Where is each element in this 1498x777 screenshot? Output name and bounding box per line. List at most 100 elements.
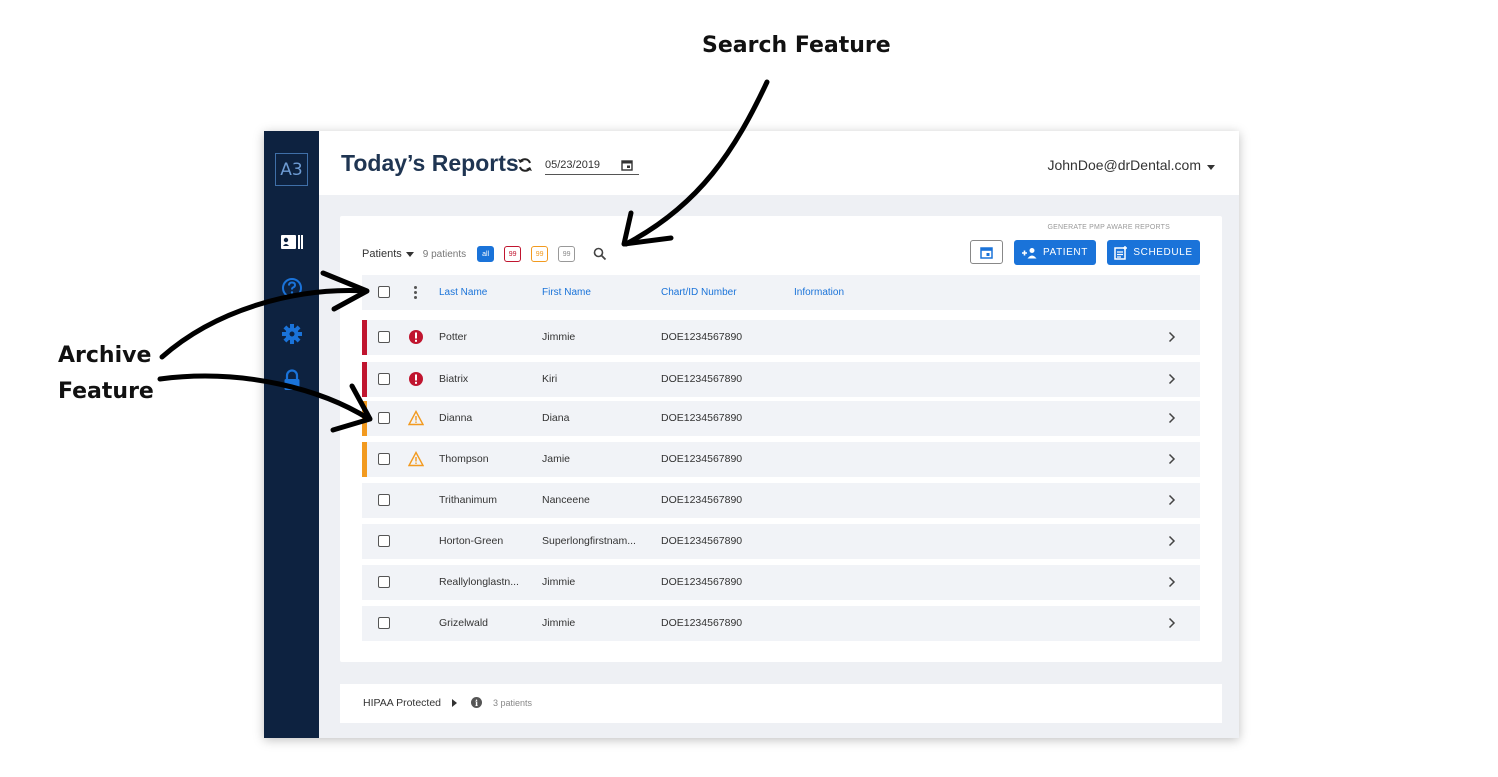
row-checkbox[interactable]	[378, 373, 390, 385]
caret-right-icon[interactable]	[452, 699, 457, 707]
select-all-checkbox[interactable]	[378, 286, 390, 298]
table-row[interactable]: Trithanimum Nanceene DOE1234567890	[362, 483, 1200, 518]
patients-card: Patients 9 patients all 99 99 99 GENERAT…	[340, 216, 1222, 662]
gear-icon[interactable]	[280, 322, 304, 346]
cell-first-name: Jimmie	[542, 576, 576, 588]
top-bar: Today’s Reports 05/23/2019 JohnDoe@drDen…	[319, 131, 1239, 195]
cell-first-name: Superlongfirstnam...	[542, 535, 636, 547]
archive-callout-line1: Archive	[58, 343, 152, 368]
add-patient-label: PATIENT	[1043, 247, 1088, 258]
id-card-icon[interactable]	[280, 230, 304, 254]
table-row[interactable]: Reallylonglastn... Jimmie DOE1234567890	[362, 565, 1200, 600]
warning-icon	[407, 451, 425, 467]
patient-count: 9 patients	[422, 248, 467, 260]
cell-chart-id: DOE1234567890	[661, 617, 743, 629]
page-title: Today’s Reports	[341, 150, 519, 176]
caret-down-icon[interactable]	[405, 251, 414, 257]
help-circle-icon[interactable]	[280, 276, 304, 300]
cell-first-name: Kiri	[542, 373, 558, 385]
user-menu[interactable]: JohnDoe@drDental.com	[1047, 157, 1201, 173]
table-row[interactable]: Potter Jimmie DOE1234567890	[362, 320, 1200, 355]
schedule-button[interactable]: SCHEDULE	[1107, 240, 1200, 265]
column-first-name[interactable]: First Name	[542, 287, 591, 298]
table-header: Last Name First Name Chart/ID Number Inf…	[362, 275, 1200, 310]
cell-last-name: Horton-Green	[439, 535, 504, 547]
filter-all[interactable]: all	[477, 246, 495, 262]
archive-feature-callout: Archive Feature	[58, 338, 154, 410]
row-checkbox[interactable]	[378, 331, 390, 343]
table-row[interactable]: Horton-Green Superlongfirstnam... DOE12345…	[362, 524, 1200, 559]
cell-last-name: Biatrix	[439, 373, 469, 385]
cell-chart-id: DOE1234567890	[661, 373, 743, 385]
cell-chart-id: DOE1234567890	[661, 331, 743, 343]
filter-red[interactable]: 99	[504, 246, 522, 262]
generate-reports-label: GENERATE PMP AWARE REPORTS	[1047, 224, 1170, 231]
refresh-icon[interactable]	[515, 155, 535, 175]
row-checkbox[interactable]	[378, 453, 390, 465]
info-icon[interactable]: i	[471, 697, 482, 708]
schedule-label: SCHEDULE	[1133, 247, 1193, 258]
calendar-button[interactable]	[970, 240, 1003, 264]
chevron-right-icon[interactable]	[1168, 453, 1176, 465]
row-checkbox[interactable]	[378, 494, 390, 506]
chevron-right-icon[interactable]	[1168, 412, 1176, 424]
hipaa-count: 3 patients	[493, 698, 533, 708]
calendar-icon	[980, 246, 993, 259]
patients-toolbar: Patients 9 patients all 99 99 99	[362, 246, 607, 262]
cell-chart-id: DOE1234567890	[661, 453, 743, 465]
chevron-right-icon[interactable]	[1168, 617, 1176, 629]
filter-gray[interactable]: 99	[558, 246, 576, 262]
warning-icon	[407, 410, 425, 426]
add-person-icon	[1022, 247, 1037, 258]
cell-last-name: Reallylonglastn...	[439, 576, 519, 588]
column-last-name[interactable]: Last Name	[439, 287, 487, 298]
more-vert-icon[interactable]	[414, 286, 417, 301]
row-status-bar	[362, 401, 367, 436]
chevron-right-icon[interactable]	[1168, 373, 1176, 385]
filter-orange[interactable]: 99	[531, 246, 549, 262]
cell-chart-id: DOE1234567890	[661, 494, 743, 506]
chevron-right-icon[interactable]	[1168, 535, 1176, 547]
app-logo: A3	[275, 153, 308, 186]
row-checkbox[interactable]	[378, 617, 390, 629]
app-window: A3 Today’s Reports 05/23/2019 JohnDoe@dr…	[264, 131, 1239, 738]
row-checkbox[interactable]	[378, 535, 390, 547]
row-status-bar	[362, 362, 367, 397]
table-row[interactable]: Dianna Diana DOE1234567890	[362, 401, 1200, 436]
cell-first-name: Diana	[542, 412, 570, 424]
cell-last-name: Dianna	[439, 412, 473, 424]
row-checkbox[interactable]	[378, 576, 390, 588]
error-icon	[408, 329, 424, 345]
table-row[interactable]: Biatrix Kiri DOE1234567890	[362, 362, 1200, 397]
hipaa-section[interactable]: HIPAA Protected i 3 patients	[340, 684, 1222, 723]
table-row[interactable]: Thompson Jamie DOE1234567890	[362, 442, 1200, 477]
column-chart-id[interactable]: Chart/ID Number	[661, 287, 737, 298]
chevron-down-icon[interactable]	[1207, 165, 1215, 170]
patients-dropdown[interactable]: Patients	[362, 248, 402, 260]
search-feature-callout: Search Feature	[702, 33, 891, 58]
date-picker-field[interactable]: 05/23/2019	[545, 158, 639, 175]
cell-last-name: Grizelwald	[439, 617, 489, 629]
cell-last-name: Thompson	[439, 453, 489, 465]
column-information[interactable]: Information	[794, 287, 844, 298]
cell-last-name: Trithanimum	[439, 494, 497, 506]
search-icon[interactable]	[593, 247, 607, 261]
archive-callout-line2: Feature	[58, 379, 154, 404]
chevron-right-icon[interactable]	[1168, 576, 1176, 588]
add-patient-button[interactable]: PATIENT	[1014, 240, 1096, 265]
row-checkbox[interactable]	[378, 412, 390, 424]
calendar-icon[interactable]	[621, 159, 633, 171]
table-row[interactable]: Grizelwald Jimmie DOE1234567890	[362, 606, 1200, 641]
cell-first-name: Jimmie	[542, 331, 576, 343]
sidebar: A3	[264, 131, 319, 738]
row-status-bar	[362, 442, 367, 477]
cell-first-name: Jimmie	[542, 617, 576, 629]
chevron-right-icon[interactable]	[1168, 331, 1176, 343]
cell-first-name: Nanceene	[542, 494, 590, 506]
chevron-right-icon[interactable]	[1168, 494, 1176, 506]
cell-chart-id: DOE1234567890	[661, 576, 743, 588]
cell-last-name: Potter	[439, 331, 468, 343]
error-icon	[408, 371, 424, 387]
lock-icon[interactable]	[280, 368, 304, 392]
hipaa-label[interactable]: HIPAA Protected	[363, 697, 441, 709]
